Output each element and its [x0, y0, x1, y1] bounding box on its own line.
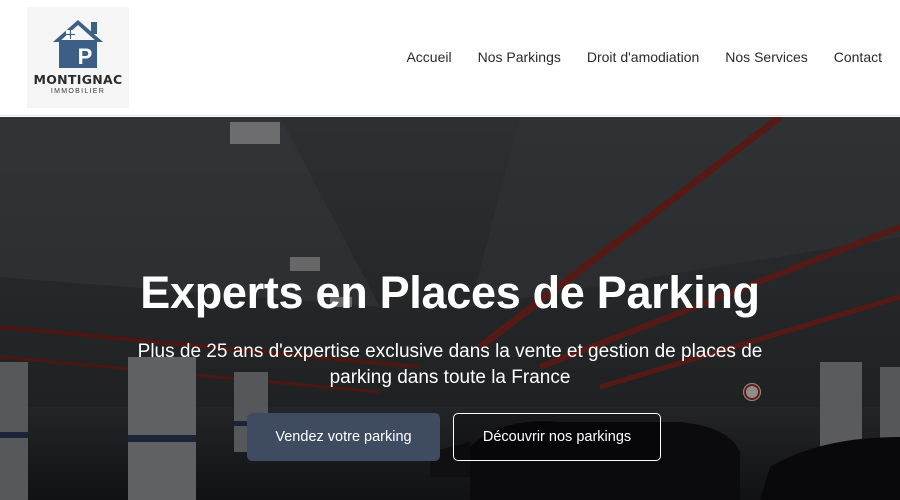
- main-nav: Accueil Nos Parkings Droit d'amodiation …: [406, 49, 882, 65]
- house-p-icon: P: [53, 20, 103, 69]
- nav-link-nos-services[interactable]: Nos Services: [725, 49, 807, 65]
- nav-link-nos-parkings[interactable]: Nos Parkings: [478, 49, 561, 65]
- sell-parking-button[interactable]: Vendez votre parking: [247, 413, 440, 461]
- logo-brand: MONTIGNAC: [33, 72, 123, 87]
- hero-section: Experts en Places de Parking Plus de 25 …: [0, 117, 900, 500]
- nav-link-accueil[interactable]: Accueil: [406, 49, 451, 65]
- hero-title: Experts en Places de Parking: [140, 267, 760, 318]
- logo-subtitle: IMMOBILIER: [50, 88, 106, 95]
- site-header: P MONTIGNAC IMMOBILIER Accueil Nos Parki…: [0, 0, 900, 116]
- nav-link-contact[interactable]: Contact: [834, 49, 882, 65]
- hero-subtitle: Plus de 25 ans d'expertise exclusive dan…: [137, 341, 763, 388]
- svg-text:P: P: [78, 44, 93, 69]
- nav-link-droit-amodiation[interactable]: Droit d'amodiation: [587, 49, 699, 65]
- logo[interactable]: P MONTIGNAC IMMOBILIER: [27, 7, 129, 108]
- discover-parkings-button[interactable]: Découvrir nos parkings: [453, 413, 661, 461]
